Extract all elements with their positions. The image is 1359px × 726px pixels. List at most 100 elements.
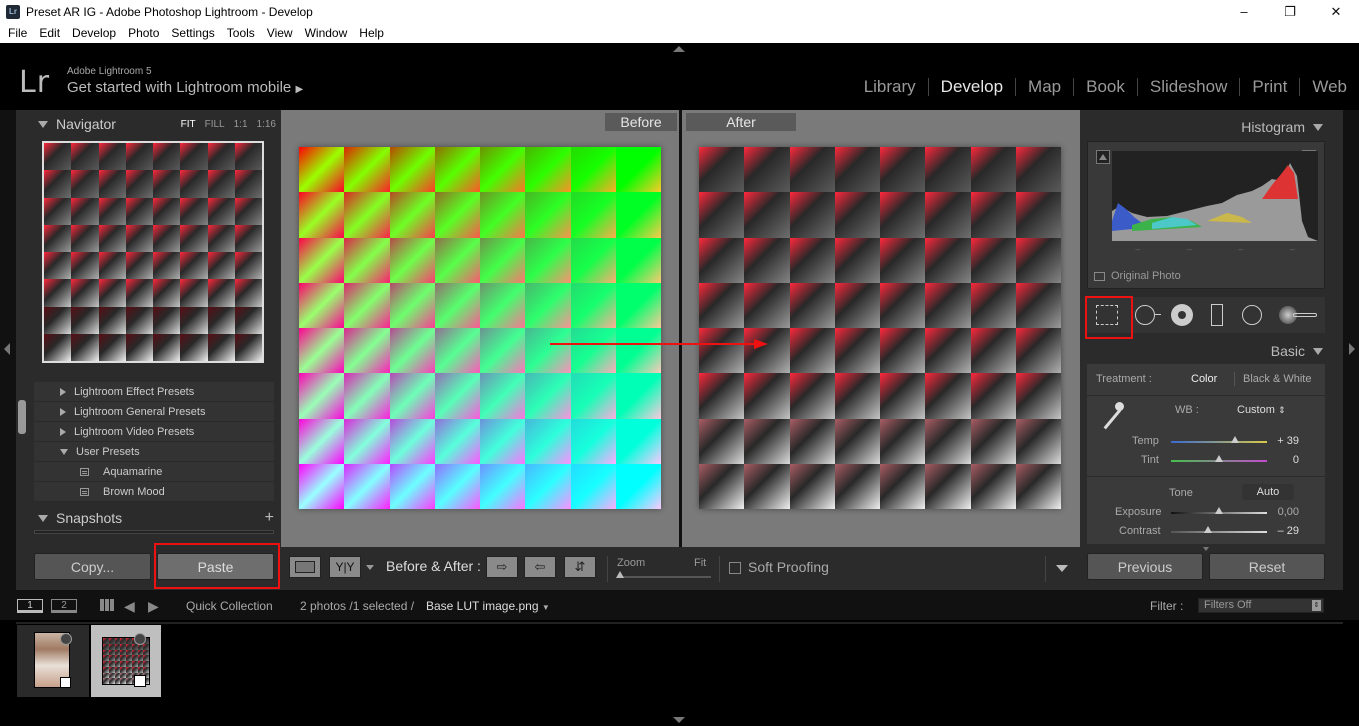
minimize-button[interactable]: – — [1221, 0, 1267, 23]
preset-folder-general[interactable]: Lightroom General Presets — [34, 402, 274, 422]
maximize-button[interactable]: ❐ — [1267, 0, 1313, 23]
menu-view[interactable]: View — [261, 26, 299, 40]
zoom-fill[interactable]: FILL — [205, 119, 225, 130]
shadow-clipping-icon[interactable] — [1096, 150, 1110, 164]
original-photo-checkbox[interactable] — [1094, 271, 1105, 281]
temp-slider[interactable] — [1171, 441, 1267, 443]
contrast-slider-knob[interactable] — [1204, 526, 1212, 533]
red-eye-tool-icon[interactable] — [1171, 304, 1193, 326]
back-arrow-icon[interactable]: ◀ — [124, 598, 135, 615]
copy-button[interactable]: Copy... — [34, 553, 151, 580]
before-after-mode-button[interactable]: Y|Y — [329, 556, 361, 578]
before-image[interactable] — [299, 147, 661, 509]
tint-slider-knob[interactable] — [1215, 455, 1223, 462]
filename-dropdown[interactable]: Base LUT image.png ▼ — [426, 599, 550, 613]
lut-cell — [44, 306, 72, 334]
collapse-bottom-icon[interactable] — [673, 717, 685, 723]
tint-value[interactable]: 0 — [1259, 454, 1299, 466]
navigator-preview[interactable] — [42, 141, 264, 363]
swap-before-after-button[interactable]: ⇵ — [564, 556, 596, 578]
reset-button[interactable]: Reset — [1209, 553, 1325, 580]
menu-edit[interactable]: Edit — [33, 26, 66, 40]
adjustment-brush-tool-icon[interactable] — [1279, 306, 1319, 324]
snapshots-header[interactable]: Snapshots + — [36, 509, 274, 527]
module-print[interactable]: Print — [1239, 78, 1299, 96]
basic-header[interactable]: Basic — [1271, 343, 1323, 359]
module-library[interactable]: Library — [852, 78, 928, 96]
collapse-top-icon[interactable] — [673, 46, 685, 52]
lut-cell — [344, 147, 390, 193]
menu-photo[interactable]: Photo — [122, 26, 165, 40]
exposure-value[interactable]: 0,00 — [1259, 506, 1299, 518]
module-map[interactable]: Map — [1015, 78, 1073, 96]
menu-develop[interactable]: Develop — [66, 26, 122, 40]
lut-cell — [434, 373, 480, 419]
close-button[interactable]: ✕ — [1313, 0, 1359, 23]
tone-auto-button[interactable]: Auto — [1242, 484, 1294, 500]
loupe-view-button[interactable] — [289, 556, 321, 578]
contrast-value[interactable]: – 29 — [1259, 525, 1299, 537]
wb-eyedropper-icon[interactable] — [1099, 402, 1125, 432]
preset-folder-video[interactable]: Lightroom Video Presets — [34, 422, 274, 442]
menu-settings[interactable]: Settings — [165, 26, 220, 40]
grid-view-icon[interactable] — [100, 599, 114, 611]
left-scrollbar[interactable] — [18, 400, 26, 434]
primary-window-button[interactable]: 1 — [17, 599, 43, 613]
wb-value: Custom — [1237, 404, 1275, 416]
filmstrip-source[interactable]: Quick Collection — [186, 599, 273, 613]
module-web[interactable]: Web — [1299, 78, 1359, 96]
zoom-1-16[interactable]: 1:16 — [257, 119, 276, 130]
collapse-right-icon[interactable] — [1349, 343, 1355, 355]
radial-filter-tool-icon[interactable] — [1242, 305, 1262, 325]
module-slideshow[interactable]: Slideshow — [1136, 78, 1240, 96]
preset-folder-user[interactable]: User Presets — [34, 442, 274, 462]
original-photo-toggle[interactable]: Original Photo — [1094, 270, 1181, 282]
wb-value-dropdown[interactable]: Custom ⇕ — [1237, 404, 1286, 416]
arrow-left-icon: ⇦ — [534, 559, 546, 574]
preset-folder-effect[interactable]: Lightroom Effect Presets — [34, 382, 274, 402]
spot-removal-tool-icon[interactable] — [1135, 305, 1155, 325]
filter-select[interactable]: Filters Off ⇕ — [1198, 598, 1324, 613]
add-snapshot-button[interactable]: + — [265, 509, 274, 527]
menu-window[interactable]: Window — [299, 26, 354, 40]
thumbnail-portrait[interactable] — [17, 625, 89, 697]
temp-slider-knob[interactable] — [1231, 436, 1239, 443]
graduated-filter-tool-icon[interactable] — [1211, 304, 1223, 326]
after-image[interactable] — [699, 147, 1061, 509]
module-book[interactable]: Book — [1073, 78, 1137, 96]
histogram-header[interactable]: Histogram — [1241, 119, 1323, 135]
mode-dropdown-icon[interactable] — [366, 565, 374, 570]
contrast-slider[interactable] — [1171, 531, 1267, 533]
forward-arrow-icon[interactable]: ▶ — [148, 598, 159, 615]
lut-cell — [98, 170, 126, 198]
preset-item-brown-mood[interactable]: Brown Mood — [34, 482, 274, 502]
previous-button[interactable]: Previous — [1087, 553, 1203, 580]
exposure-slider-knob[interactable] — [1215, 507, 1223, 514]
temp-value[interactable]: + 39 — [1259, 435, 1299, 447]
lut-cell — [153, 143, 181, 171]
zoom-fit[interactable]: FIT — [181, 119, 196, 130]
menu-file[interactable]: File — [2, 26, 33, 40]
soft-proofing-checkbox[interactable] — [729, 562, 741, 574]
zoom-1-1[interactable]: 1:1 — [234, 119, 248, 130]
histogram-graph[interactable] — [1112, 151, 1318, 241]
treatment-color-option[interactable]: Color — [1191, 373, 1217, 385]
thumbnail-lut-selected[interactable] — [91, 625, 161, 697]
zoom-slider-knob[interactable] — [616, 571, 624, 578]
treatment-bw-option[interactable]: Black & White — [1243, 373, 1311, 385]
navigator-header[interactable]: Navigator FIT FILL 1:1 1:16 — [36, 114, 276, 134]
copy-after-to-before-button[interactable]: ⇦ — [524, 556, 556, 578]
toolbar-menu-icon[interactable] — [1056, 565, 1068, 572]
module-develop[interactable]: Develop — [927, 78, 1015, 96]
lut-cell — [525, 282, 571, 328]
zoom-slider[interactable] — [617, 576, 711, 578]
collapse-triangle-icon — [1313, 123, 1323, 131]
copy-before-to-after-button[interactable]: ⇨ — [486, 556, 518, 578]
menu-help[interactable]: Help — [353, 26, 390, 40]
lut-cell — [44, 143, 72, 171]
preset-item-aquamarine[interactable]: Aquamarine — [34, 462, 274, 482]
collapse-left-icon[interactable] — [4, 343, 10, 355]
lightroom-mobile-link[interactable]: Get started with Lightroom mobile ▶ — [67, 79, 303, 96]
menu-tools[interactable]: Tools — [221, 26, 261, 40]
secondary-window-button[interactable]: 2 — [51, 599, 77, 613]
